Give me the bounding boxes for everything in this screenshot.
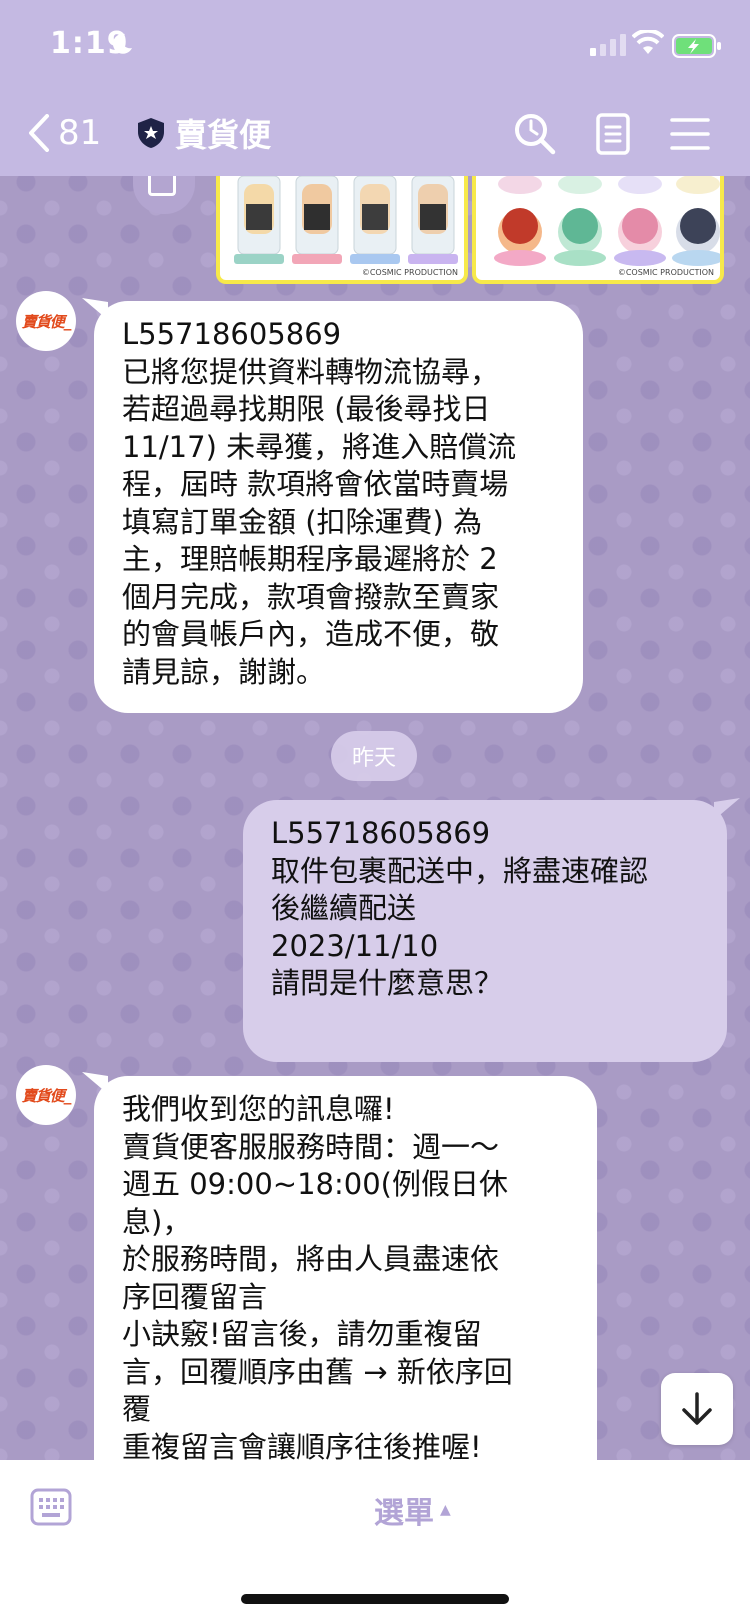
incoming-message-bubble[interactable]: L55718605869 已將您提供資料轉物流協尋， 若超過尋找期限 (最後尋找… — [94, 301, 583, 713]
message-line: 序回覆留言 — [122, 1279, 268, 1314]
outgoing-message-bubble[interactable]: L55718605869 取件包裹配送中，將盡速確認 後繼續配送 2023/11… — [243, 800, 727, 1062]
message-line: 後繼續配送 — [271, 891, 417, 925]
date-separator: 昨天 — [331, 731, 417, 781]
message-line: 已將您提供資料轉物流協尋， — [122, 354, 500, 389]
message-line: 週五 09:00~18:00(例假日休 — [122, 1167, 508, 1201]
verified-shield-icon — [138, 118, 164, 148]
chevron-left-icon — [29, 114, 49, 152]
message-line: 賣貨便客服服務時間：週一～ — [122, 1129, 500, 1164]
menu-label: 選單 — [374, 1496, 434, 1531]
message-line: 取件包裹配送中，將盡速確認 — [271, 853, 649, 888]
scroll-to-bottom-button[interactable] — [661, 1373, 733, 1445]
bottom-bar: 選單 ▲ — [0, 1460, 750, 1624]
home-indicator — [241, 1594, 509, 1604]
keyboard-icon[interactable] — [30, 1488, 72, 1526]
message-line: 請見諒，謝謝。 — [122, 654, 326, 689]
chat-header: 81 賣貨便 — [0, 88, 750, 176]
menu-toggle-button[interactable]: 選單 ▲ — [374, 1488, 451, 1532]
message-line: 我們收到您的訊息囉! — [122, 1092, 395, 1126]
status-bar: 1:19 — [0, 0, 750, 88]
message-line: 小訣竅!留言後，請勿重複留 — [122, 1317, 482, 1351]
image-copyright: ©COSMIC PRODUCTION — [617, 268, 714, 277]
image-copyright: ©COSMIC PRODUCTION — [361, 268, 458, 277]
avatar[interactable]: 賣貨便_ — [16, 1065, 76, 1125]
message-line: 覆 — [122, 1392, 152, 1426]
message-line: 個月完成，款項會撥款至賣家 — [122, 579, 500, 614]
message-line: 的會員帳戶內，造成不便，敬 — [122, 617, 500, 651]
message-line: L55718605869 — [122, 317, 342, 351]
back-button[interactable]: 81 — [28, 110, 101, 156]
message-line: 於服務時間，將由人員盡速依 — [122, 1242, 500, 1276]
unread-count: 81 — [58, 113, 102, 153]
notes-icon[interactable] — [589, 110, 637, 158]
message-line: 主，理賠帳期程序最遲將於 2 — [122, 542, 498, 576]
chat-title[interactable]: 賣貨便 — [137, 110, 271, 156]
wifi-icon — [632, 30, 664, 54]
message-line: 言，回覆順序由舊 → 新依序回 — [122, 1354, 513, 1389]
message-line: 11/17) 未尋獲，將進入賠償流 — [122, 429, 517, 464]
message-line: L55718605869 — [271, 816, 491, 850]
image-message-2[interactable]: ©COSMIC PRODUCTION — [472, 176, 724, 284]
image-message-1[interactable]: ©COSMIC PRODUCTION — [216, 176, 468, 284]
avatar[interactable]: 賣貨便_ — [16, 291, 76, 351]
message-line: 2023/11/10 — [271, 928, 439, 963]
moon-icon — [112, 33, 132, 54]
search-icon[interactable] — [511, 110, 559, 158]
message-line: 程，屆時 款項將會依當時賣場 — [122, 467, 509, 501]
message-line: 請問是什麼意思？ — [271, 966, 504, 1000]
cellular-signal-icon — [590, 34, 626, 56]
hamburger-menu-icon[interactable] — [666, 110, 714, 158]
chibi-stand-image — [494, 176, 720, 266]
caret-up-icon: ▲ — [440, 1502, 451, 1518]
acrylic-stand-image — [234, 176, 458, 264]
message-line: 若超過尋找期限 (最後尋找日 — [122, 392, 491, 426]
battery-charging-icon — [672, 34, 721, 58]
incoming-message-bubble[interactable]: 我們收到您的訊息囉! 賣貨便客服服務時間：週一～ 週五 09:00~18:00(… — [94, 1076, 597, 1496]
arrow-down-icon — [682, 1392, 712, 1425]
message-line: 填寫訂單金額 (扣除運費) 為 — [122, 504, 483, 539]
chat-title-text: 賣貨便 — [175, 116, 272, 154]
message-line: 息)， — [122, 1204, 192, 1239]
